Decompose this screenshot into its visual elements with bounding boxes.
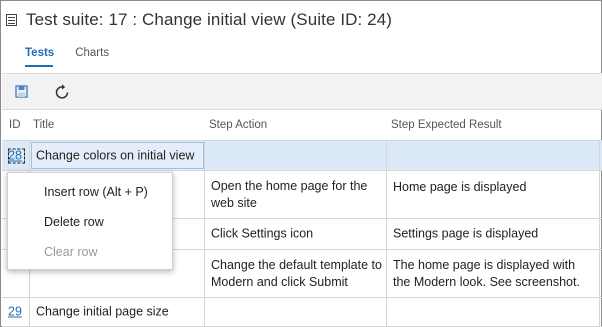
refresh-icon[interactable]	[54, 83, 72, 101]
page-header: Test suite: 17 : Change initial view (Su…	[5, 7, 392, 33]
context-menu: Insert row (Alt + P) Delete row Clear ro…	[7, 172, 173, 270]
step-action-cell[interactable]: Click Settings icon	[205, 219, 387, 249]
step-action-cell[interactable]: Change the default template to Modern an…	[205, 250, 387, 297]
step-action-text: Open the home page for the web site	[211, 178, 368, 210]
save-icon[interactable]	[13, 83, 31, 101]
tab-charts[interactable]: Charts	[75, 47, 109, 59]
test-title: Change initial page size	[36, 304, 169, 319]
toolbar	[2, 73, 602, 110]
window-frame: Test suite: 17 : Change initial view (Su…	[0, 0, 602, 327]
step-action-text: Click Settings icon	[211, 226, 314, 241]
step-expected-cell[interactable]: The home page is displayed with the Mode…	[387, 250, 600, 297]
title-cell[interactable]: Change colors on initial view	[30, 141, 205, 170]
step-expected-cell[interactable]	[387, 298, 600, 326]
column-header-step-action[interactable]: Step Action	[209, 111, 267, 139]
column-header-title[interactable]: Title	[33, 111, 54, 139]
suite-icon	[5, 12, 21, 28]
test-id-link[interactable]: 28	[8, 148, 22, 162]
table-row[interactable]: 29 Change initial page size	[2, 298, 602, 327]
tab-tests[interactable]: Tests	[25, 47, 54, 59]
id-cell[interactable]: 29	[2, 298, 30, 326]
title-cell[interactable]: Change initial page size	[30, 298, 205, 326]
column-header-step-expected-result[interactable]: Step Expected Result	[391, 111, 502, 139]
step-action-cell[interactable]: Open the home page for the web site	[205, 171, 387, 218]
menu-item-clear-row: Clear row	[44, 245, 98, 259]
test-title: Change colors on initial view	[36, 148, 195, 162]
test-id-link[interactable]: 29	[8, 305, 22, 319]
menu-item-delete-row[interactable]: Delete row	[44, 215, 104, 229]
active-tab-indicator	[25, 65, 53, 67]
id-cell[interactable]: 28	[2, 141, 30, 170]
tab-bar: Tests Charts	[25, 47, 109, 59]
step-expected-text: Settings page is displayed	[393, 226, 539, 241]
column-header-id[interactable]: ID	[9, 111, 21, 139]
step-action-cell[interactable]	[205, 141, 387, 170]
step-action-text: Change the default template to Modern an…	[211, 257, 382, 289]
page-title: Test suite: 17 : Change initial view (Su…	[26, 10, 393, 29]
step-expected-text: The home page is displayed with the Mode…	[393, 257, 580, 289]
table-row[interactable]: 28 Change colors on initial view	[2, 140, 602, 171]
step-action-cell[interactable]	[205, 298, 387, 326]
step-expected-cell[interactable]: Settings page is displayed	[387, 219, 600, 249]
step-expected-cell[interactable]	[387, 141, 600, 170]
step-expected-cell[interactable]: Home page is displayed	[387, 171, 600, 218]
menu-item-insert-row[interactable]: Insert row (Alt + P)	[44, 185, 148, 199]
step-expected-text: Home page is displayed	[393, 180, 527, 194]
